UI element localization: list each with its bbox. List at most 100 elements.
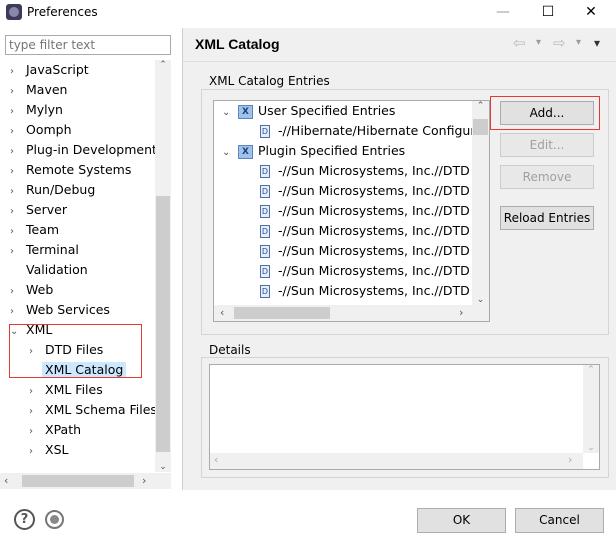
chevron-down-icon[interactable]: ⌄: [222, 103, 238, 123]
catalog-entry-label: -//Sun Microsystems, Inc.//DTD J2: [278, 263, 472, 278]
help-icon[interactable]: ?: [14, 509, 35, 530]
tree-item-label: Validation: [26, 262, 88, 277]
highlight-xml-catalog-nav: [9, 324, 142, 378]
catalog-entry-label: -//Sun Microsystems, Inc.//DTD J2: [278, 283, 472, 298]
tree-item[interactable]: › Run/Debug: [10, 180, 95, 200]
maximize-button[interactable]: ☐: [533, 2, 563, 22]
chevron-right-icon[interactable]: ›: [10, 302, 26, 322]
edit-button[interactable]: Edit...: [500, 133, 594, 157]
chevron-right-icon[interactable]: ›: [29, 442, 45, 462]
chevron-right-icon[interactable]: ›: [10, 142, 26, 162]
back-icon[interactable]: ⇦: [513, 34, 526, 52]
tree-item[interactable]: › Maven: [10, 80, 67, 100]
dtd-file-icon: D: [260, 245, 270, 258]
reload-entries-button[interactable]: Reload Entries: [500, 206, 594, 230]
tree-horizontal-scrollbar[interactable]: ‹ ›: [0, 473, 171, 489]
chevron-right-icon[interactable]: ›: [10, 82, 26, 102]
chevron-right-icon[interactable]: ›: [29, 422, 45, 442]
menu-dropdown-icon[interactable]: ▾: [594, 36, 600, 50]
forward-dropdown-icon[interactable]: ▾: [576, 37, 581, 48]
chevron-right-icon[interactable]: ›: [10, 102, 26, 122]
dtd-file-icon: D: [260, 165, 270, 178]
tree-item[interactable]: › Server: [10, 200, 67, 220]
tree-item[interactable]: › Mylyn: [10, 100, 63, 120]
catalog-entry[interactable]: D -//Sun Microsystems, Inc.//DTD J2: [260, 261, 472, 281]
tree-item-label: Web Services: [26, 302, 110, 317]
tree-item-label: Web: [26, 282, 54, 297]
page-title: XML Catalog: [195, 36, 280, 52]
page-header: XML Catalog ⇦ ▾ ⇨ ▾ ▾: [183, 28, 616, 62]
chevron-right-icon[interactable]: ›: [10, 202, 26, 222]
chevron-right-icon[interactable]: ›: [29, 402, 45, 422]
catalog-entries-label: XML Catalog Entries: [207, 74, 332, 88]
window-title: Preferences: [27, 5, 98, 19]
catalog-entry[interactable]: D -//Sun Microsystems, Inc.//DTD Fa: [260, 241, 472, 261]
preference-tree: › JavaScript › Maven › Mylyn › Oomph › Plug-in De…: [0, 60, 155, 472]
ok-button[interactable]: OK: [417, 508, 506, 533]
tree-item[interactable]: › Plug-in Development: [10, 140, 155, 160]
catalog-entry[interactable]: D -//Hibernate/Hibernate Configura: [260, 121, 472, 141]
record-icon[interactable]: [45, 510, 64, 529]
highlight-add-button: [490, 96, 600, 130]
tree-item[interactable]: › Web Services: [10, 300, 110, 320]
tree-item[interactable]: Validation: [10, 260, 88, 280]
tree-item-label: Server: [26, 202, 67, 217]
catalog-entry-label: -//Sun Microsystems, Inc.//DTD E: [278, 203, 472, 218]
catalog-group[interactable]: ⌄ X Plugin Specified Entries: [222, 141, 405, 161]
catalog-entry-label: -//Hibernate/Hibernate Configura: [278, 123, 472, 138]
chevron-right-icon[interactable]: ›: [10, 62, 26, 82]
app-icon: [6, 4, 22, 20]
chevron-right-icon[interactable]: ›: [10, 242, 26, 262]
details-vertical-scrollbar[interactable]: ⌃ ⌄: [583, 365, 599, 453]
dtd-file-icon: D: [260, 225, 270, 238]
catalog-entry[interactable]: D -//Sun Microsystems, Inc.//DTD Fa: [260, 221, 472, 241]
tree-item[interactable]: › XML Files: [29, 380, 103, 400]
tree-item[interactable]: › JavaScript: [10, 60, 89, 80]
catalog-entries-tree[interactable]: ⌄ X User Specified Entries D -//Hibernate/Hi…: [213, 100, 490, 322]
catalog-entry[interactable]: D -//Sun Microsystems, Inc.//DTD C: [260, 161, 472, 181]
catalog-group-label: User Specified Entries: [258, 103, 396, 118]
catalog-entry[interactable]: D -//Sun Microsystems, Inc.//DTD E: [260, 181, 472, 201]
minimize-button[interactable]: —: [488, 2, 518, 22]
tree-item-label: Team: [26, 222, 60, 237]
catalog-group[interactable]: ⌄ X User Specified Entries: [222, 101, 395, 121]
tree-item[interactable]: › XPath: [29, 420, 81, 440]
chevron-right-icon[interactable]: ›: [10, 162, 26, 182]
chevron-right-icon[interactable]: ›: [10, 282, 26, 302]
dtd-file-icon: D: [260, 205, 270, 218]
tree-item[interactable]: › XSL: [29, 440, 68, 460]
tree-item-label: Oomph: [26, 122, 72, 137]
details-horizontal-scrollbar[interactable]: ‹ ›: [210, 453, 583, 469]
catalog-entry[interactable]: D -//Sun Microsystems, Inc.//DTD E: [260, 201, 472, 221]
back-dropdown-icon[interactable]: ▾: [536, 37, 541, 48]
chevron-right-icon[interactable]: ›: [10, 182, 26, 202]
tree-item[interactable]: › XML Schema Files: [29, 400, 155, 420]
entries-horizontal-scrollbar[interactable]: ‹ ›: [214, 305, 489, 321]
tree-vertical-scrollbar[interactable]: ⌃ ⌄: [155, 60, 171, 472]
chevron-right-icon[interactable]: ›: [10, 222, 26, 242]
chevron-right-icon[interactable]: ›: [29, 382, 45, 402]
catalog-entry[interactable]: D -//Sun Microsystems, Inc.//DTD J2: [260, 281, 472, 301]
tree-item[interactable]: › Oomph: [10, 120, 72, 140]
catalog-icon: X: [238, 104, 253, 119]
tree-item-label: XML Schema Files: [45, 402, 155, 417]
chevron-down-icon[interactable]: ⌄: [222, 143, 238, 163]
dtd-file-icon: D: [260, 285, 270, 298]
cancel-button[interactable]: Cancel: [515, 508, 604, 533]
tree-item-label: XSL: [45, 442, 69, 457]
remove-button[interactable]: Remove: [500, 165, 594, 189]
tree-item-label: Remote Systems: [26, 162, 132, 177]
catalog-entry-label: -//Sun Microsystems, Inc.//DTD Fa: [278, 223, 472, 238]
close-button[interactable]: ✕: [576, 2, 606, 22]
forward-icon[interactable]: ⇨: [553, 34, 566, 52]
tree-item[interactable]: › Team: [10, 220, 59, 240]
entries-vertical-scrollbar[interactable]: ⌃ ⌄: [472, 101, 489, 305]
tree-item-label: XPath: [45, 422, 82, 437]
tree-item[interactable]: › Terminal: [10, 240, 79, 260]
tree-item-label: JavaScript: [26, 62, 89, 77]
filter-input[interactable]: [5, 35, 171, 55]
details-label: Details: [207, 343, 253, 357]
tree-item[interactable]: › Web: [10, 280, 53, 300]
tree-item[interactable]: › Remote Systems: [10, 160, 131, 180]
chevron-right-icon[interactable]: ›: [10, 122, 26, 142]
